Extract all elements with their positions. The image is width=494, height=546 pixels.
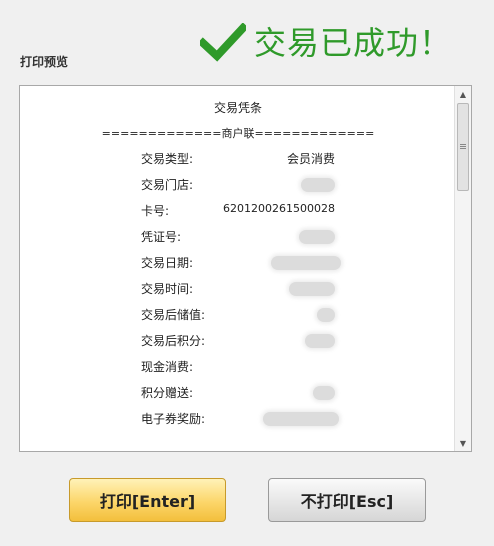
row-label: 交易后积分: [141,334,206,348]
receipt-row-coupon: 电子券奖励: [141,410,339,428]
row-label: 交易类型: [141,152,194,166]
preview-label: 打印预览 [20,55,69,69]
print-button[interactable]: 打印[Enter] [69,478,226,522]
receipt-row-type: 交易类型: 会员消费 [141,150,335,168]
print-preview-panel[interactable]: 交易凭条 =============商户联============= 交易类型:… [19,85,472,452]
redacted-value [271,256,341,270]
redacted-value [263,412,339,426]
row-value: 6201200261500028 [223,202,335,215]
scroll-down-arrow-icon[interactable]: ▼ [455,435,471,451]
row-label: 积分赠送: [141,386,194,400]
receipt-row-balance: 交易后储值: [141,306,335,324]
redacted-value [313,386,335,400]
receipt-row-voucher: 凭证号: [141,228,335,246]
receipt-row-card: 卡号: 6201200261500028 [141,202,335,220]
row-label: 交易时间: [141,282,194,296]
row-label: 现金消费: [141,360,194,374]
row-label: 交易后储值: [141,308,206,322]
receipt-row-cash: 现金消费: [141,358,335,376]
row-label: 卡号: [141,204,170,218]
scroll-thumb[interactable] [457,103,469,191]
receipt-row-bonus-points: 积分赠送: [141,384,335,402]
row-value: 会员消费 [286,152,335,166]
receipt-divider: =============商户联============= [101,127,375,140]
redacted-value [305,334,335,348]
redacted-value [289,282,335,296]
row-label: 电子券奖励: [141,412,206,426]
redacted-value [317,308,335,322]
no-print-button[interactable]: 不打印[Esc] [268,478,426,522]
receipt-row-date: 交易日期: [141,254,341,272]
receipt: 交易凭条 =============商户联============= 交易类型:… [20,86,456,451]
redacted-value [299,230,335,244]
success-message: 交易已成功！ [254,24,453,62]
vertical-scrollbar[interactable]: ▲ ▼ [454,86,471,451]
scroll-up-arrow-icon[interactable]: ▲ [455,86,471,102]
checkmark-icon [200,23,246,62]
receipt-title: 交易凭条 [213,101,262,115]
row-label: 交易门店: [141,178,194,192]
receipt-row-time: 交易时间: [141,280,335,298]
row-label: 凭证号: [141,230,182,244]
receipt-row-store: 交易门店: [141,176,335,194]
success-banner: 交易已成功！ [200,20,452,66]
redacted-value [301,178,335,192]
receipt-row-points: 交易后积分: [141,332,335,350]
grip-icon [460,144,466,150]
row-label: 交易日期: [141,256,194,270]
